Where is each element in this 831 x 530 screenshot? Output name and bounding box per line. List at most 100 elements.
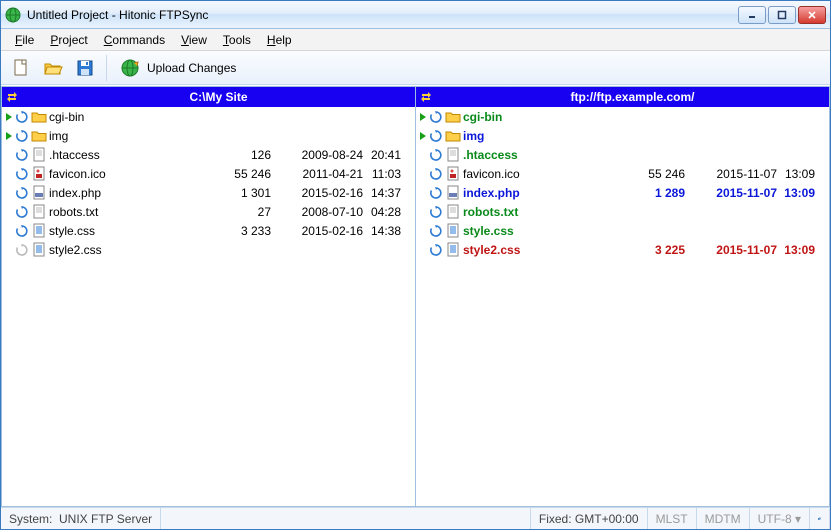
list-item[interactable]: style2.css xyxy=(2,240,415,259)
left-pane: C:\My Site cgi-binimg.htaccess1262009-08… xyxy=(1,86,416,507)
file-icon xyxy=(444,223,462,239)
refresh-icon[interactable] xyxy=(14,111,30,123)
toolbar: Upload Changes xyxy=(1,51,830,85)
refresh-icon[interactable] xyxy=(14,244,30,256)
file-icon xyxy=(30,185,48,201)
minimize-button[interactable] xyxy=(738,6,766,24)
menu-project[interactable]: Project xyxy=(42,31,95,49)
list-item[interactable]: index.php1 2892015-11-0713:09 xyxy=(416,183,829,202)
refresh-icon[interactable] xyxy=(428,149,444,161)
menu-tools[interactable]: Tools xyxy=(215,31,259,49)
item-name: .htaccess xyxy=(48,148,207,162)
refresh-icon[interactable] xyxy=(14,206,30,218)
item-name: index.php xyxy=(48,186,207,200)
item-size: 55 246 xyxy=(621,167,691,181)
menu-help[interactable]: Help xyxy=(259,31,300,49)
window-buttons xyxy=(738,6,826,24)
item-name: style.css xyxy=(462,224,621,238)
item-name: robots.txt xyxy=(48,205,207,219)
refresh-icon[interactable] xyxy=(428,225,444,237)
left-pane-title: C:\My Site xyxy=(22,90,415,104)
list-item[interactable]: .htaccess1262009-08-2420:41 xyxy=(2,145,415,164)
refresh-icon[interactable] xyxy=(14,130,30,142)
refresh-icon[interactable] xyxy=(428,111,444,123)
status-mlst: MLST xyxy=(648,508,697,529)
list-item[interactable]: cgi-bin xyxy=(2,107,415,126)
refresh-icon[interactable] xyxy=(428,168,444,180)
list-item[interactable]: img xyxy=(2,126,415,145)
file-icon xyxy=(444,147,462,163)
item-date: 2015-11-07 xyxy=(691,243,781,257)
item-time: 04:28 xyxy=(367,205,413,219)
list-item[interactable]: robots.txt xyxy=(416,202,829,221)
open-button[interactable] xyxy=(39,54,67,82)
refresh-icon[interactable] xyxy=(14,149,30,161)
status-screens-icon[interactable] xyxy=(810,508,830,529)
right-file-list[interactable]: cgi-bin img .htaccess favicon.ico55 2462015… xyxy=(416,107,829,506)
list-item[interactable]: img xyxy=(416,126,829,145)
close-button[interactable] xyxy=(798,6,826,24)
left-file-list[interactable]: cgi-binimg.htaccess1262009-08-2420:41fav… xyxy=(2,107,415,506)
item-size: 1 301 xyxy=(207,186,277,200)
folder-icon xyxy=(30,129,48,143)
item-name: favicon.ico xyxy=(48,167,207,181)
menu-view[interactable]: View xyxy=(173,31,215,49)
folder-icon xyxy=(30,110,48,124)
right-pane-title: ftp://ftp.example.com/ xyxy=(436,90,829,104)
item-time: 13:09 xyxy=(781,243,827,257)
item-time: 11:03 xyxy=(367,167,413,181)
item-name: robots.txt xyxy=(462,205,621,219)
status-system: System: UNIX FTP Server xyxy=(1,508,161,529)
item-name: cgi-bin xyxy=(462,110,621,124)
list-item[interactable]: favicon.ico55 2462011-04-2111:03 xyxy=(2,164,415,183)
refresh-icon[interactable] xyxy=(14,225,30,237)
statusbar: System: UNIX FTP Server Fixed: GMT+00:00… xyxy=(1,507,830,529)
menu-commands[interactable]: Commands xyxy=(96,31,173,49)
new-button[interactable] xyxy=(7,54,35,82)
refresh-icon[interactable] xyxy=(428,206,444,218)
file-icon xyxy=(444,204,462,220)
refresh-icon[interactable] xyxy=(14,168,30,180)
file-icon xyxy=(30,223,48,239)
item-time: 20:41 xyxy=(367,148,413,162)
item-name: .htaccess xyxy=(462,148,621,162)
status-timezone: Fixed: GMT+00:00 xyxy=(531,508,648,529)
refresh-icon[interactable] xyxy=(14,187,30,199)
file-icon xyxy=(30,204,48,220)
toolbar-separator xyxy=(106,55,107,81)
globe-upload-icon xyxy=(119,57,141,79)
item-date: 2015-02-16 xyxy=(277,224,367,238)
maximize-button[interactable] xyxy=(768,6,796,24)
item-time: 14:38 xyxy=(367,224,413,238)
item-time: 13:09 xyxy=(781,186,827,200)
list-item[interactable]: robots.txt272008-07-1004:28 xyxy=(2,202,415,221)
menu-file[interactable]: File xyxy=(7,31,42,49)
list-item[interactable]: cgi-bin xyxy=(416,107,829,126)
refresh-icon[interactable] xyxy=(428,187,444,199)
file-icon xyxy=(444,185,462,201)
item-size: 126 xyxy=(207,148,277,162)
upload-changes-button[interactable]: Upload Changes xyxy=(114,54,247,82)
refresh-icon[interactable] xyxy=(428,244,444,256)
list-item[interactable]: style.css3 2332015-02-1614:38 xyxy=(2,221,415,240)
file-icon xyxy=(444,242,462,258)
menubar: File Project Commands View Tools Help xyxy=(1,29,830,51)
sync-icon xyxy=(416,87,436,107)
list-item[interactable]: index.php1 3012015-02-1614:37 xyxy=(2,183,415,202)
list-item[interactable]: style.css xyxy=(416,221,829,240)
item-size: 3 233 xyxy=(207,224,277,238)
save-button[interactable] xyxy=(71,54,99,82)
titlebar: Untitled Project - Hitonic FTPSync xyxy=(1,1,830,29)
list-item[interactable]: .htaccess xyxy=(416,145,829,164)
list-item[interactable]: style2.css3 2252015-11-0713:09 xyxy=(416,240,829,259)
app-window: Untitled Project - Hitonic FTPSync File … xyxy=(0,0,831,530)
new-file-icon xyxy=(11,58,31,78)
window-title: Untitled Project - Hitonic FTPSync xyxy=(27,8,738,22)
refresh-icon[interactable] xyxy=(428,130,444,142)
left-pane-header[interactable]: C:\My Site xyxy=(2,87,415,107)
list-item[interactable]: favicon.ico55 2462015-11-0713:09 xyxy=(416,164,829,183)
expand-arrow-icon xyxy=(418,131,428,141)
right-pane-header[interactable]: ftp://ftp.example.com/ xyxy=(416,87,829,107)
file-icon xyxy=(30,242,48,258)
status-mdtm: MDTM xyxy=(697,508,750,529)
